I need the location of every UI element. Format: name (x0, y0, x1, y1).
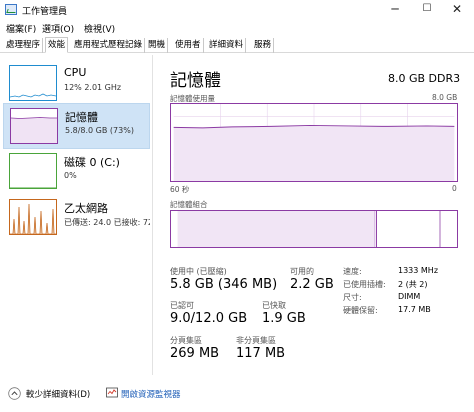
time-axis-right: 0 (452, 184, 457, 193)
usage-area (173, 125, 455, 181)
ethernet-thumbnail (9, 199, 57, 235)
hardware-reserved-label: 硬體保留: (343, 306, 378, 315)
form-factor-label: 尺寸: (343, 293, 362, 302)
memory-capacity: 8.0 GB DDR3 (388, 72, 461, 85)
close-button[interactable]: ✕ (442, 0, 472, 20)
paged-pool-label: 分頁集區 (170, 336, 202, 345)
in-use-value: 5.8 GB (346 MB) (170, 277, 278, 292)
resource-memory[interactable]: 記憶體 5.8/8.0 GB (73%) (3, 103, 150, 149)
speed-value: 1333 MHz (398, 266, 439, 275)
resource-disk[interactable]: 磁碟 0 (C:) 0% (3, 149, 150, 195)
tab-startup[interactable]: 開機 (146, 38, 169, 53)
resource-sub: 5.8/8.0 GB (73%) (65, 126, 134, 135)
tab-app-history[interactable]: 應用程式歷程記錄 (72, 38, 146, 53)
memory-usage-graph (170, 103, 458, 182)
tab-services[interactable]: 服務 (252, 38, 275, 53)
resource-list: CPU 12% 2.01 GHz 記憶體 5.8/8.0 GB (73%) 磁碟… (0, 55, 153, 375)
memory-thumbnail (10, 108, 58, 144)
resource-name: 記憶體 (65, 111, 98, 124)
available-label: 可用的 (290, 267, 314, 276)
nonpaged-pool-value: 117 MB (236, 346, 286, 361)
tab-users[interactable]: 使用者 (173, 38, 204, 53)
window-title: 工作管理員 (22, 7, 68, 17)
cpu-thumbnail (9, 65, 57, 101)
slots-value: 2 (共 2) (398, 280, 428, 289)
resource-sub: 已傳送: 24.0 已接收: 72 (64, 218, 150, 227)
page-title: 記憶體 (170, 71, 221, 91)
chevron-up-icon[interactable] (8, 387, 21, 400)
tab-details[interactable]: 詳細資料 (207, 38, 247, 53)
cached-label: 已快取 (262, 301, 286, 310)
memory-composition-bar (170, 210, 458, 248)
fewer-details-link[interactable]: 較少詳細資料(D) (26, 388, 90, 400)
hardware-reserved-value: 17.7 MB (398, 305, 431, 314)
tab-processes[interactable]: 處理程序 (4, 38, 44, 53)
cached-value: 1.9 GB (262, 311, 306, 326)
nonpaged-pool-label: 非分頁集區 (236, 336, 276, 345)
menu-options[interactable]: 選項(O) (42, 22, 74, 35)
resource-cpu[interactable]: CPU 12% 2.01 GHz (3, 61, 150, 107)
resource-sub: 12% 2.01 GHz (64, 83, 122, 92)
resource-name: 磁碟 0 (C:) (64, 156, 120, 169)
available-value: 2.2 GB (290, 277, 334, 292)
resource-monitor-icon (106, 387, 118, 398)
menu-view[interactable]: 檢視(V) (84, 22, 115, 35)
minimize-button[interactable]: ─ (380, 0, 410, 20)
menu-bar: 檔案(F) 選項(O) 檢視(V) (0, 20, 474, 36)
resource-sub: 0% (64, 171, 77, 180)
slots-label: 已使用插槽: (343, 280, 386, 289)
tab-bar: 處理程序 效能 應用程式歷程記錄 開機 使用者 詳細資料 服務 (0, 37, 474, 53)
app-icon (5, 4, 17, 15)
menu-file[interactable]: 檔案(F) (6, 22, 36, 35)
footer: 較少詳細資料(D) 開啟資源監視器 (0, 383, 474, 405)
composition-label: 記憶體組合 (170, 200, 208, 209)
in-use-label: 使用中 (已壓縮) (170, 267, 227, 276)
committed-label: 已認可 (170, 301, 194, 310)
open-resource-monitor-link[interactable]: 開啟資源監視器 (121, 388, 181, 400)
composition-in-use (177, 211, 377, 247)
usage-max-label: 8.0 GB (432, 93, 458, 102)
time-axis-left: 60 秒 (170, 185, 190, 194)
form-factor-value: DIMM (398, 292, 421, 301)
resource-name: 乙太網路 (64, 202, 108, 215)
title-bar: 工作管理員 ─ ☐ ✕ (0, 0, 474, 20)
resource-ethernet[interactable]: 乙太網路 已傳送: 24.0 已接收: 72 (3, 195, 150, 241)
committed-value: 9.0/12.0 GB (170, 311, 248, 326)
maximize-button[interactable]: ☐ (412, 0, 442, 20)
tab-performance[interactable]: 效能 (45, 37, 69, 53)
paged-pool-value: 269 MB (170, 346, 220, 361)
disk-thumbnail (9, 153, 57, 189)
speed-label: 速度: (343, 267, 362, 276)
resource-name: CPU (64, 66, 87, 79)
